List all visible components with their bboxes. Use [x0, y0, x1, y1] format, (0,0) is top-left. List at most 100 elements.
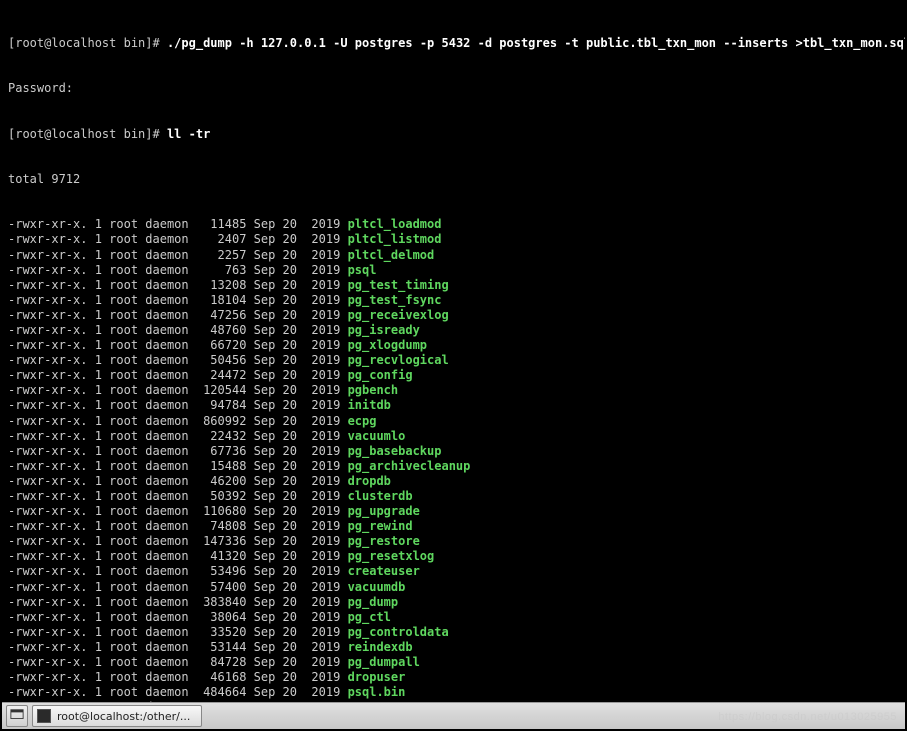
- total-line: total 9712: [8, 172, 899, 187]
- file-row: -rwxr-xr-x. 1 root daemon 15488 Sep 20 2…: [8, 459, 899, 474]
- file-row: -rwxr-xr-x. 1 root daemon 147336 Sep 20 …: [8, 534, 899, 549]
- file-row: -rwxr-xr-x. 1 root daemon 50456 Sep 20 2…: [8, 353, 899, 368]
- file-name: pltcl_delmod: [348, 248, 435, 262]
- file-name: pg_isready: [348, 323, 420, 337]
- file-name: initdb: [348, 398, 391, 412]
- file-row: -rwxr-xr-x. 1 root daemon 84728 Sep 20 2…: [8, 655, 899, 670]
- file-metadata: -rwxr-xr-x. 1 root daemon 94784 Sep 20 2…: [8, 398, 348, 412]
- file-row: -rwxr-xr-x. 1 root daemon 66720 Sep 20 2…: [8, 338, 899, 353]
- file-row: -rwxr-xr-x. 1 root daemon 2407 Sep 20 20…: [8, 232, 899, 247]
- file-row: -rwxr-xr-x. 1 root daemon 38064 Sep 20 2…: [8, 610, 899, 625]
- file-metadata: -rwxr-xr-x. 1 root daemon 11485 Sep 20 2…: [8, 217, 348, 231]
- file-row: -rwxr-xr-x. 1 root daemon 53496 Sep 20 2…: [8, 564, 899, 579]
- file-name: reindexdb: [348, 640, 413, 654]
- file-row: -rwxr-xr-x. 1 root daemon 33520 Sep 20 2…: [8, 625, 899, 640]
- file-row: -rwxr-xr-x. 1 root daemon 48760 Sep 20 2…: [8, 323, 899, 338]
- terminal-window[interactable]: [root@localhost bin]# ./pg_dump -h 127.0…: [2, 2, 905, 702]
- file-row: -rwxr-xr-x. 1 root daemon 67736 Sep 20 2…: [8, 444, 899, 459]
- file-metadata: -rwxr-xr-x. 1 root daemon 13208 Sep 20 2…: [8, 278, 348, 292]
- file-name: pg_resetxlog: [348, 549, 435, 563]
- taskbar-app-terminal[interactable]: root@localhost:/other/...: [32, 705, 202, 727]
- terminal-icon: [37, 709, 51, 723]
- file-name: pg_dump: [348, 595, 399, 609]
- file-name: psql.bin: [348, 685, 406, 699]
- file-metadata: -rwxr-xr-x. 1 root daemon 50392 Sep 20 2…: [8, 489, 348, 503]
- file-name: pg_upgrade: [348, 504, 420, 518]
- hide-windows-icon: [10, 708, 24, 725]
- file-row: -rwxr-xr-x. 1 root daemon 50392 Sep 20 2…: [8, 489, 899, 504]
- file-listing: -rwxr-xr-x. 1 root daemon 11485 Sep 20 2…: [8, 217, 899, 702]
- file-name: pg_basebackup: [348, 444, 442, 458]
- file-row: -rwxr-xr-x. 1 root daemon 860992 Sep 20 …: [8, 414, 899, 429]
- file-name: dropdb: [348, 474, 391, 488]
- file-name: pgbench: [348, 383, 399, 397]
- file-metadata: -rwxr-xr-x. 1 root daemon 66720 Sep 20 2…: [8, 338, 348, 352]
- file-name: ecpg: [348, 414, 377, 428]
- watermark-text: https://blog.csdn.net/u013025955: [718, 711, 897, 723]
- file-metadata: -rwxr-xr-x. 1 root daemon 18104 Sep 20 2…: [8, 293, 348, 307]
- taskbar-menu-button[interactable]: [6, 705, 28, 727]
- prompt-line-2: [root@localhost bin]# ll -tr: [8, 127, 899, 142]
- file-metadata: -rwxr-xr-x. 1 root daemon 47256 Sep 20 2…: [8, 308, 348, 322]
- file-name: pg_dumpall: [348, 655, 420, 669]
- file-row: -rwxr-xr-x. 1 root daemon 13208 Sep 20 2…: [8, 278, 899, 293]
- file-metadata: -rwxr-xr-x. 1 root daemon 38064 Sep 20 2…: [8, 610, 348, 624]
- file-row: -rwxr-xr-x. 1 root daemon 74808 Sep 20 2…: [8, 519, 899, 534]
- file-row: -rwxr-xr-x. 1 root daemon 18104 Sep 20 2…: [8, 293, 899, 308]
- file-name: pg_ctl: [348, 610, 391, 624]
- file-row: -rwxr-xr-x. 1 root daemon 57400 Sep 20 2…: [8, 580, 899, 595]
- file-name: pltcl_loadmod: [348, 217, 442, 231]
- file-metadata: -rwxr-xr-x. 1 root daemon 15488 Sep 20 2…: [8, 459, 348, 473]
- file-metadata: -rwxr-xr-x. 1 root daemon 50456 Sep 20 2…: [8, 353, 348, 367]
- file-metadata: -rwxr-xr-x. 1 root daemon 46168 Sep 20 2…: [8, 670, 348, 684]
- prompt-line-1: [root@localhost bin]# ./pg_dump -h 127.0…: [8, 36, 899, 51]
- file-metadata: -rwxr-xr-x. 1 root daemon 67736 Sep 20 2…: [8, 444, 348, 458]
- file-metadata: -rwxr-xr-x. 1 root daemon 57400 Sep 20 2…: [8, 580, 348, 594]
- file-metadata: -rwxr-xr-x. 1 root daemon 24472 Sep 20 2…: [8, 368, 348, 382]
- file-metadata: -rwxr-xr-x. 1 root daemon 120544 Sep 20 …: [8, 383, 348, 397]
- file-row: -rwxr-xr-x. 1 root daemon 22432 Sep 20 2…: [8, 429, 899, 444]
- file-row: -rwxr-xr-x. 1 root daemon 47256 Sep 20 2…: [8, 308, 899, 323]
- file-name: vacuumlo: [348, 429, 406, 443]
- file-name: dropuser: [348, 670, 406, 684]
- file-name: pg_restore: [348, 534, 420, 548]
- file-row: -rwxr-xr-x. 1 root daemon 94784 Sep 20 2…: [8, 398, 899, 413]
- password-prompt: Password:: [8, 81, 899, 96]
- file-name: psql: [348, 263, 377, 277]
- taskbar-app-label: root@localhost:/other/...: [57, 710, 190, 723]
- file-row: -rwxr-xr-x. 1 root daemon 41320 Sep 20 2…: [8, 549, 899, 564]
- file-name: vacuumdb: [348, 580, 406, 594]
- file-name: pg_recvlogical: [348, 353, 449, 367]
- file-name: pg_archivecleanup: [348, 459, 471, 473]
- file-metadata: -rwxr-xr-x. 1 root daemon 383840 Sep 20 …: [8, 595, 348, 609]
- file-row: -rwxr-xr-x. 1 root daemon 46200 Sep 20 2…: [8, 474, 899, 489]
- file-metadata: -rwxr-xr-x. 1 root daemon 484664 Sep 20 …: [8, 685, 348, 699]
- file-name: clusterdb: [348, 489, 413, 503]
- file-metadata: -rwxr-xr-x. 1 root daemon 84728 Sep 20 2…: [8, 655, 348, 669]
- file-metadata: -rwxr-xr-x. 1 root daemon 763 Sep 20 201…: [8, 263, 348, 277]
- file-row: -rwxr-xr-x. 1 root daemon 24472 Sep 20 2…: [8, 368, 899, 383]
- file-metadata: -rwxr-xr-x. 1 root daemon 74808 Sep 20 2…: [8, 519, 348, 533]
- file-name: pg_rewind: [348, 519, 413, 533]
- file-metadata: -rwxr-xr-x. 1 root daemon 147336 Sep 20 …: [8, 534, 348, 548]
- file-name: pltcl_listmod: [348, 232, 442, 246]
- file-metadata: -rwxr-xr-x. 1 root daemon 53496 Sep 20 2…: [8, 564, 348, 578]
- file-metadata: -rwxr-xr-x. 1 root daemon 41320 Sep 20 2…: [8, 549, 348, 563]
- file-metadata: -rwxr-xr-x. 1 root daemon 48760 Sep 20 2…: [8, 323, 348, 337]
- file-name: pg_config: [348, 368, 413, 382]
- file-metadata: -rwxr-xr-x. 1 root daemon 33520 Sep 20 2…: [8, 625, 348, 639]
- file-metadata: -rwxr-xr-x. 1 root daemon 2407 Sep 20 20…: [8, 232, 348, 246]
- file-row: -rwxr-xr-x. 1 root daemon 484664 Sep 20 …: [8, 685, 899, 700]
- file-name: pg_controldata: [348, 625, 449, 639]
- file-row: -rwxr-xr-x. 1 root daemon 2257 Sep 20 20…: [8, 248, 899, 263]
- file-name: pg_receivexlog: [348, 308, 449, 322]
- prompt-prefix: [root@localhost bin]#: [8, 36, 167, 50]
- command-text: ll -tr: [167, 127, 210, 141]
- command-text: ./pg_dump -h 127.0.0.1 -U postgres -p 54…: [167, 36, 905, 50]
- file-name: createuser: [348, 564, 420, 578]
- file-metadata: -rwxr-xr-x. 1 root daemon 2257 Sep 20 20…: [8, 248, 348, 262]
- file-row: -rwxr-xr-x. 1 root daemon 383840 Sep 20 …: [8, 595, 899, 610]
- file-name: pg_test_fsync: [348, 293, 442, 307]
- file-row: -rwxr-xr-x. 1 root daemon 110680 Sep 20 …: [8, 504, 899, 519]
- file-row: -rwxr-xr-x. 1 root daemon 53144 Sep 20 2…: [8, 640, 899, 655]
